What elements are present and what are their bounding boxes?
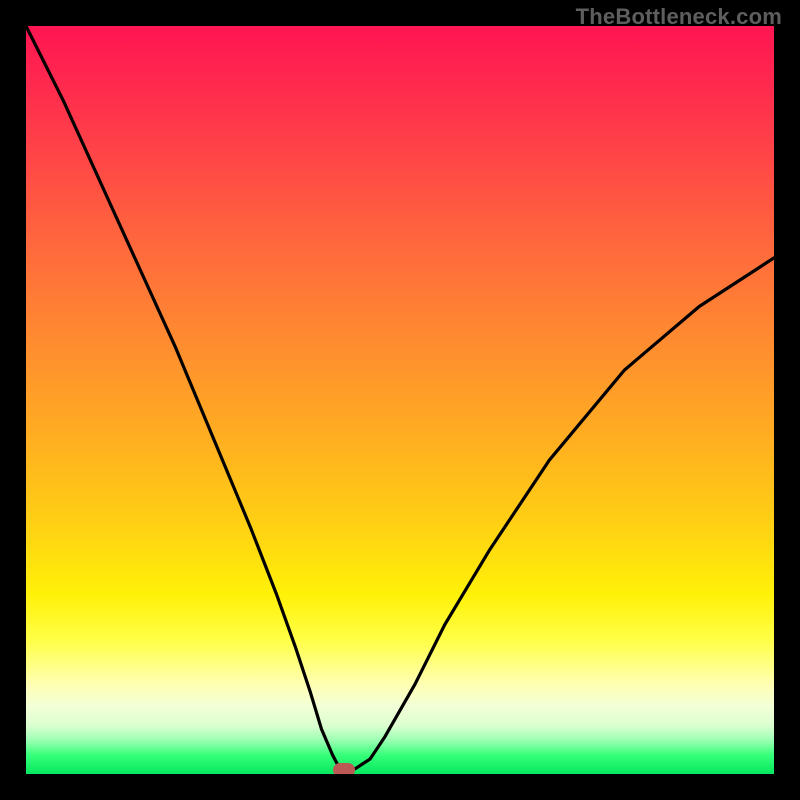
watermark-text: TheBottleneck.com xyxy=(576,4,782,30)
plot-area xyxy=(26,26,774,774)
curve-svg xyxy=(26,26,774,774)
chart-container: TheBottleneck.com xyxy=(0,0,800,800)
bottleneck-curve-path xyxy=(26,26,774,770)
optimum-marker xyxy=(333,763,355,775)
